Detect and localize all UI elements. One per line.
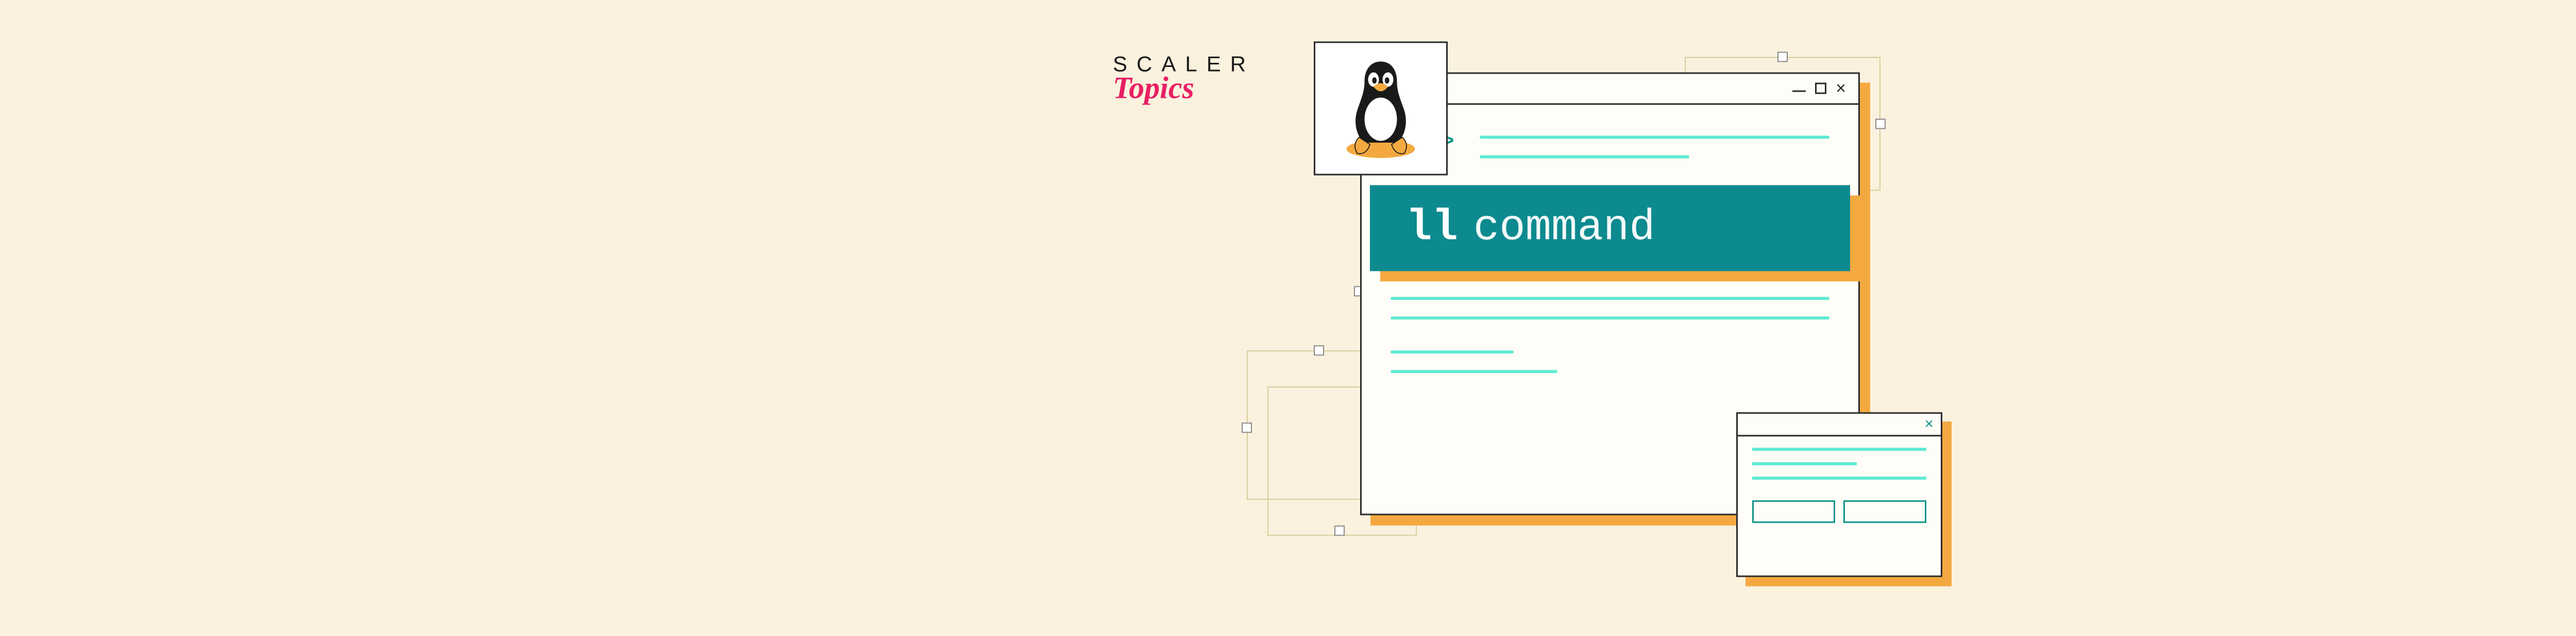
resize-handle-icon xyxy=(1242,422,1252,433)
resize-handle-icon xyxy=(1334,525,1345,536)
close-icon[interactable]: × xyxy=(1836,80,1846,97)
popup-titlebar: × xyxy=(1738,414,1941,436)
resize-handle-icon xyxy=(1875,118,1886,129)
illustration-canvas: SCALER Topics × </> xyxy=(1082,0,2009,636)
scaler-topics-logo: SCALER Topics xyxy=(1113,51,1255,106)
popup-button-row xyxy=(1752,500,1926,523)
text-line xyxy=(1480,135,1829,139)
text-line xyxy=(1752,476,1926,479)
popup-button[interactable] xyxy=(1843,500,1926,523)
linux-logo-box xyxy=(1314,41,1448,175)
popup-window: × xyxy=(1736,412,1942,577)
text-line xyxy=(1480,155,1690,158)
text-line xyxy=(1391,316,1829,319)
text-line xyxy=(1752,462,1857,465)
text-line xyxy=(1391,350,1514,353)
minimize-icon[interactable] xyxy=(1792,90,1806,92)
resize-handle-icon xyxy=(1314,345,1324,355)
command-label: command xyxy=(1473,203,1655,252)
popup-button[interactable] xyxy=(1752,500,1835,523)
text-line xyxy=(1752,448,1926,451)
maximize-icon[interactable] xyxy=(1815,83,1826,94)
close-icon[interactable]: × xyxy=(1924,416,1934,433)
code-header-row: </> xyxy=(1391,125,1829,175)
command-text: ll xyxy=(1406,203,1458,252)
resize-handle-icon xyxy=(1777,51,1788,62)
banner-content: ll command xyxy=(1370,185,1850,271)
text-line xyxy=(1391,297,1829,300)
command-banner: ll command xyxy=(1370,185,1850,271)
text-line xyxy=(1391,370,1557,373)
popup-content xyxy=(1738,436,1941,534)
linux-tux-icon xyxy=(1334,54,1427,162)
